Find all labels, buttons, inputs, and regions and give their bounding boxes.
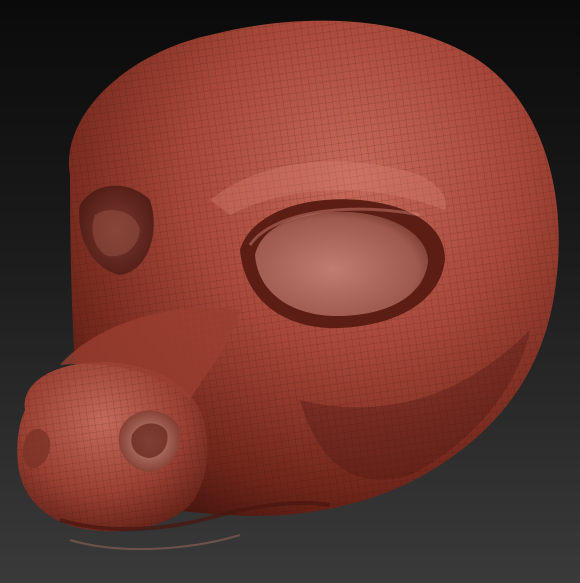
head-sculpt-model [17, 20, 559, 551]
sculpt-viewport[interactable] [0, 0, 580, 583]
